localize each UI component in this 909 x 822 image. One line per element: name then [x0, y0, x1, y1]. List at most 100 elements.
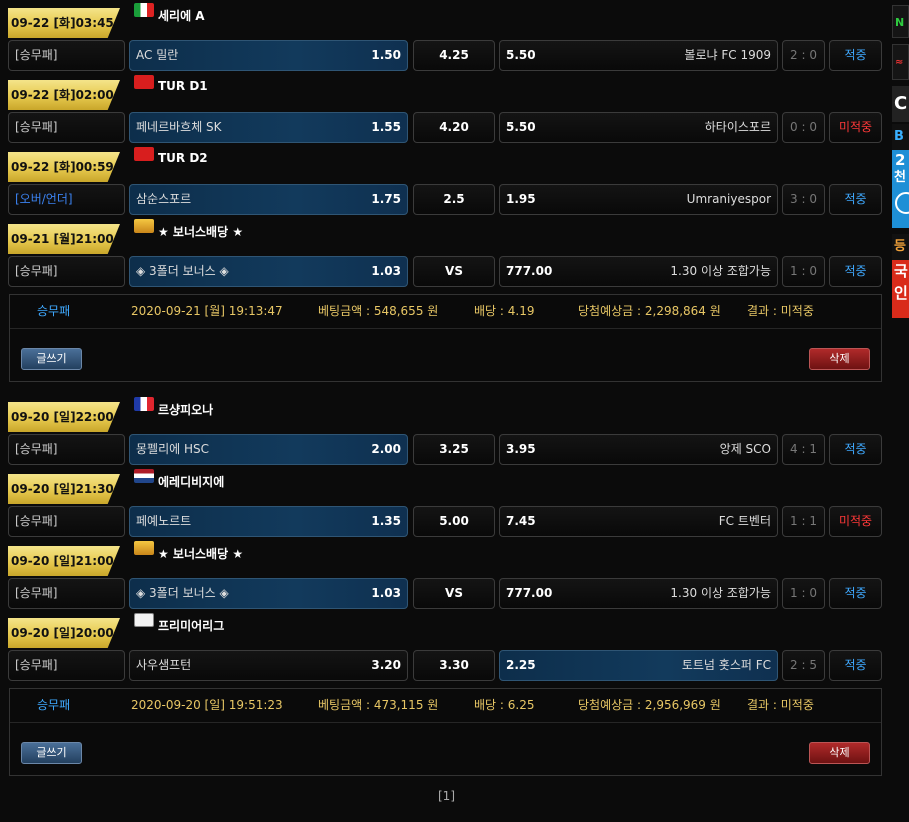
draw-option[interactable]: 4.20	[413, 112, 495, 143]
home-team-option[interactable]: 몽펠리에 HSC 2.00	[129, 434, 408, 465]
home-team-option[interactable]: ◈ 3폴더 보너스 ◈ 1.03	[129, 578, 408, 609]
away-team-option[interactable]: 5.50 하타이스포르	[499, 112, 778, 143]
summary-bet-type: 승무패	[37, 304, 71, 318]
home-team-option[interactable]: 페예노르트 1.35	[129, 506, 408, 537]
draw-option[interactable]: VS	[413, 256, 495, 287]
side-banner-red[interactable]: 등 국 인	[892, 234, 909, 318]
side-banner-blue[interactable]: B 2 천	[892, 124, 909, 228]
league-header: 09-20 [일]21:00 ★ 보너스배당 ★	[8, 541, 888, 576]
draw-option[interactable]: 2.5	[413, 184, 495, 215]
home-team-name: 사우샘프턴	[136, 658, 192, 672]
delete-button[interactable]: 삭제	[809, 348, 870, 370]
match-datetime: 09-20 [일]20:00	[8, 618, 120, 648]
bet-type: [승무패]	[8, 434, 125, 465]
home-team-option[interactable]: 사우샘프턴 3.20	[129, 650, 408, 681]
league-header: 09-20 [일]20:00 프리미어리그	[8, 613, 888, 648]
league-header: 09-20 [일]21:30 에레디비지에	[8, 469, 888, 504]
home-odds: 1.50	[371, 48, 401, 62]
home-team-name: 페예노르트	[136, 514, 192, 528]
home-odds: 1.03	[371, 264, 401, 278]
league-header: 09-22 [화]03:45 세리에 A	[8, 3, 888, 38]
draw-option[interactable]: 4.25	[413, 40, 495, 71]
away-odds: 777.00	[506, 586, 553, 600]
league-name: 에레디비지에	[158, 475, 225, 489]
home-team-name: 페네르바흐체 SK	[136, 120, 222, 134]
bet-row: [승무패] 페예노르트 1.35 5.00 7.45 FC 트벤터 1 : 1 미적중	[8, 506, 888, 539]
summary-line: 승무패 2020-09-20 [일] 19:51:23 베팅금액 : 473,115…	[10, 689, 881, 723]
summary-bet-amount: 베팅금액 : 473,115 원	[318, 698, 439, 712]
pagination[interactable]: [1]	[438, 789, 455, 803]
draw-option[interactable]: 5.00	[413, 506, 495, 537]
bet-row: [승무패] 사우샘프턴 3.20 3.30 2.25 토트넘 홋스퍼 FC 2 : 5 적중	[8, 650, 888, 683]
league-name: TUR D2	[158, 151, 208, 165]
match-result-badge: 적중	[829, 40, 882, 71]
home-team-option[interactable]: 삼순스포르 1.75	[129, 184, 408, 215]
league-name: 프리미어리그	[158, 619, 225, 633]
away-odds: 777.00	[506, 264, 553, 278]
home-team-option[interactable]: AC 밀란 1.50	[129, 40, 408, 71]
home-odds: 1.35	[371, 514, 401, 528]
away-team-name: 앙제 SCO	[719, 442, 771, 456]
bet-type: [승무패]	[8, 506, 125, 537]
bet-row: [승무패] AC 밀란 1.50 4.25 5.50 볼로냐 FC 1909 2 : 0 적중	[8, 40, 888, 73]
match-score: 1 : 0	[782, 578, 825, 609]
draw-option[interactable]: VS	[413, 578, 495, 609]
summary-result: 결과 : 미적중	[747, 698, 814, 712]
match-datetime: 09-21 [월]21:00	[8, 224, 120, 254]
away-team-option[interactable]: 3.95 앙제 SCO	[499, 434, 778, 465]
league-name: 세리에 A	[158, 9, 205, 23]
draw-option[interactable]: 3.30	[413, 650, 495, 681]
match-score: 1 : 0	[782, 256, 825, 287]
bet-row: [승무패] 몽펠리에 HSC 2.00 3.25 3.95 앙제 SCO 4 : 1 적중	[8, 434, 888, 467]
bet-type: [승무패]	[8, 256, 125, 287]
write-button[interactable]: 글쓰기	[21, 742, 82, 764]
home-team-name: ◈ 3폴더 보너스 ◈	[136, 586, 229, 600]
match-result-badge: 적중	[829, 434, 882, 465]
summary-bet-date: 2020-09-20 [일] 19:51:23	[131, 698, 283, 712]
summary-line: 승무패 2020-09-21 [월] 19:13:47 베팅금액 : 548,655…	[10, 295, 881, 329]
away-team-name: FC 트벤터	[718, 514, 771, 528]
summary-result: 결과 : 미적중	[747, 304, 814, 318]
home-team-name: 몽펠리에 HSC	[136, 442, 209, 456]
home-team-name: ◈ 3폴더 보너스 ◈	[136, 264, 229, 278]
summary-total-odds: 배당 : 4.19	[474, 304, 535, 318]
away-odds: 5.50	[506, 48, 536, 62]
league-flag-icon	[134, 147, 154, 161]
draw-option[interactable]: 3.25	[413, 434, 495, 465]
away-team-option[interactable]: 2.25 토트넘 홋스퍼 FC	[499, 650, 778, 681]
league-name: ★ 보너스배당 ★	[158, 547, 244, 561]
bet-row: [승무패] 페네르바흐체 SK 1.55 4.20 5.50 하타이스포르 0 : 0 미적중	[8, 112, 888, 145]
away-team-option[interactable]: 1.95 Umraniyespor	[499, 184, 778, 215]
away-team-name: 하타이스포르	[704, 120, 771, 134]
side-banner-flame[interactable]: ≈	[892, 44, 909, 80]
side-banner-c[interactable]: C	[892, 86, 909, 122]
match-datetime: 09-22 [화]00:59	[8, 152, 120, 182]
away-team-option[interactable]: 777.00 1.30 이상 조합가능	[499, 256, 778, 287]
league-flag-icon	[134, 397, 154, 411]
away-odds: 7.45	[506, 514, 536, 528]
away-team-option[interactable]: 7.45 FC 트벤터	[499, 506, 778, 537]
away-team-option[interactable]: 777.00 1.30 이상 조합가능	[499, 578, 778, 609]
away-team-name: 1.30 이상 조합가능	[670, 264, 771, 278]
match-score: 1 : 1	[782, 506, 825, 537]
home-team-option[interactable]: 페네르바흐체 SK 1.55	[129, 112, 408, 143]
match-datetime: 09-22 [화]02:00	[8, 80, 120, 110]
home-team-option[interactable]: ◈ 3폴더 보너스 ◈ 1.03	[129, 256, 408, 287]
home-odds: 1.75	[371, 192, 401, 206]
delete-button[interactable]: 삭제	[809, 742, 870, 764]
home-odds: 2.00	[371, 442, 401, 456]
write-button[interactable]: 글쓰기	[21, 348, 82, 370]
bet-summary: 승무패 2020-09-20 [일] 19:51:23 베팅금액 : 473,115…	[9, 688, 882, 776]
match-datetime: 09-20 [일]21:00	[8, 546, 120, 576]
summary-expected-win: 당첨예상금 : 2,298,864 원	[578, 304, 721, 318]
league-name: ★ 보너스배당 ★	[158, 225, 244, 239]
league-header: 09-22 [화]00:59 TUR D2	[8, 147, 888, 182]
bet-row: [승무패] ◈ 3폴더 보너스 ◈ 1.03 VS 777.00 1.30 이상 조합가능…	[8, 578, 888, 611]
away-team-option[interactable]: 5.50 볼로냐 FC 1909	[499, 40, 778, 71]
league-header: 09-20 [일]22:00 르샹피오나	[8, 397, 888, 432]
league-flag-icon	[134, 3, 154, 17]
side-banner-n[interactable]: N	[892, 5, 909, 38]
away-team-name: 토트넘 홋스퍼 FC	[681, 658, 771, 672]
match-datetime: 09-20 [일]22:00	[8, 402, 120, 432]
match-datetime: 09-20 [일]21:30	[8, 474, 120, 504]
